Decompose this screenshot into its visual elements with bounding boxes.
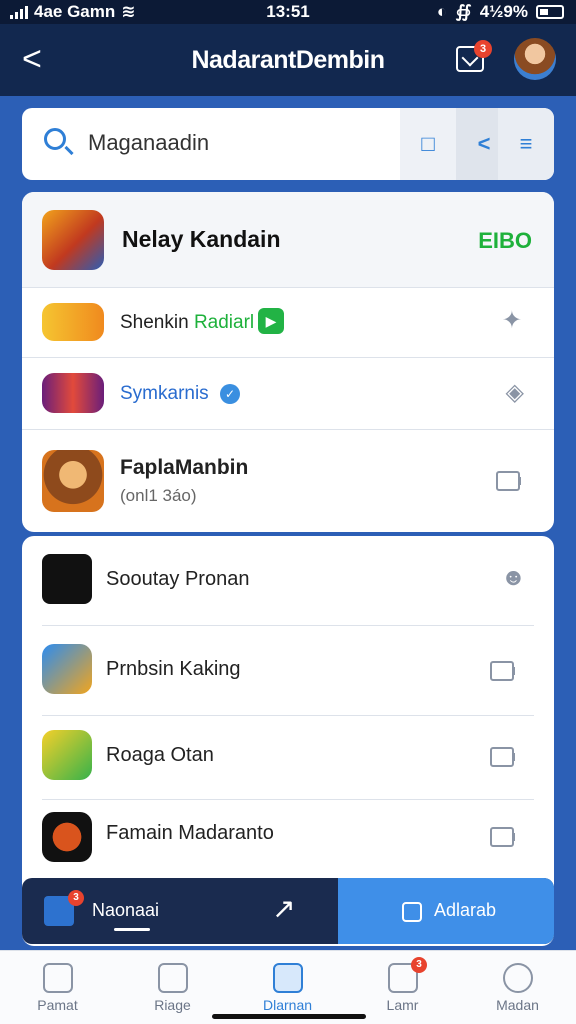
app-icon <box>42 450 104 512</box>
notification-badge: 3 <box>474 40 492 58</box>
action-bar: 3 Naonaai ↗ Adlarab <box>22 878 554 944</box>
menu-icon[interactable]: ≡ <box>498 108 554 180</box>
tab-documents[interactable]: Riage <box>115 951 230 1024</box>
featured-tag: EIBO <box>478 228 532 253</box>
status-bar: 4ae Gamn ≋ 13:51 ◐ ∯ 4½9% <box>0 0 576 24</box>
list-item-label: Symkarnis <box>120 383 209 404</box>
list-item-label: Sooutay Pronan <box>106 568 250 590</box>
pin-icon[interactable]: ✦ <box>502 306 522 335</box>
checkbox-icon[interactable] <box>402 902 422 922</box>
app-icon <box>42 644 92 694</box>
list-item[interactable]: Roaga Otan <box>42 716 534 800</box>
tab-profile[interactable]: Madan <box>460 951 575 1024</box>
tag-icon[interactable]: ◈ <box>506 378 524 407</box>
profile-icon <box>502 963 533 993</box>
sparkle-icon[interactable]: ↗ <box>272 892 295 925</box>
verified-icon: ✓ <box>220 384 240 404</box>
action-badge: 3 <box>68 890 84 906</box>
list-item[interactable]: Sooutay Pronan ☻ <box>42 536 534 626</box>
featured-header[interactable]: Nelay Kandain EIBO <box>22 192 554 288</box>
app-icon <box>42 812 92 862</box>
avatar[interactable] <box>514 38 556 80</box>
tab-bar: Pamat Riage Dlarnan Lamr 3 Madan <box>0 950 576 1024</box>
tab-home[interactable]: Pamat <box>0 951 115 1024</box>
battery-percent: 4½9% <box>479 2 528 21</box>
list-item-label: Roaga Otan <box>106 744 214 766</box>
document-icon <box>157 963 188 993</box>
featured-title: Nelay Kandain <box>122 226 281 252</box>
tab-label: Pamat <box>37 997 78 1013</box>
tab-label: Lamr <box>386 997 419 1013</box>
app-icon <box>42 303 104 341</box>
book-icon[interactable]: □ <box>400 108 456 180</box>
battery-icon <box>536 5 564 19</box>
sync-icon: ◐ <box>436 2 448 21</box>
home-icon <box>42 963 73 993</box>
app-icon <box>42 730 92 780</box>
list-item-label: Famain Madaranto <box>106 822 274 844</box>
list-item-label: FaplaManbin <box>120 456 249 479</box>
list-item[interactable]: Famain Madaranto <box>42 800 534 880</box>
list-item[interactable]: FaplaManbin (onl1 3áo) <box>22 430 554 532</box>
list-item-sub: (onl1 3áo) <box>120 486 197 505</box>
video-icon[interactable] <box>490 656 515 684</box>
featured-card: Nelay Kandain EIBO Shenkin Radiarl ▶ ✦ S… <box>22 192 554 532</box>
play-icon[interactable]: ▶ <box>258 308 284 334</box>
tab-label: Madan <box>496 997 539 1013</box>
home-indicator <box>212 1014 366 1019</box>
person-icon[interactable]: ☻ <box>501 564 526 592</box>
list-item[interactable]: Prnbsin Kaking <box>42 626 534 716</box>
list-item[interactable]: Symkarnis ✓ ◈ <box>22 358 554 430</box>
tab-label: Dlarnan <box>262 997 313 1013</box>
tab-label: Riage <box>154 997 191 1013</box>
mail-badge: 3 <box>411 957 427 973</box>
app-header: < NadarantDembin 3 <box>0 24 576 96</box>
app-icon <box>42 373 104 413</box>
status-right: ◐ ∯ 4½9% <box>437 2 564 22</box>
action-right-label[interactable]: Adlarab <box>434 900 496 921</box>
checklist-icon <box>272 963 303 993</box>
video-icon[interactable] <box>490 742 515 770</box>
active-indicator <box>114 928 150 931</box>
list-item-label: Prnbsin Kaking <box>106 658 241 680</box>
action-left-label[interactable]: Naonaai <box>92 900 159 921</box>
video-icon[interactable] <box>490 822 515 850</box>
video-icon[interactable] <box>496 466 521 494</box>
search-input[interactable]: Maganaadin <box>88 130 209 156</box>
app-icon <box>42 554 92 604</box>
list-item-label: Shenkin Radiarl <box>120 312 255 333</box>
search-icon[interactable] <box>44 128 66 150</box>
bluetooth-icon: ∯ <box>455 2 472 21</box>
search-bar[interactable]: Maganaadin □ < ≡ <box>22 108 554 180</box>
game-app-icon <box>42 210 104 270</box>
list-item[interactable]: Shenkin Radiarl ▶ ✦ <box>22 288 554 358</box>
